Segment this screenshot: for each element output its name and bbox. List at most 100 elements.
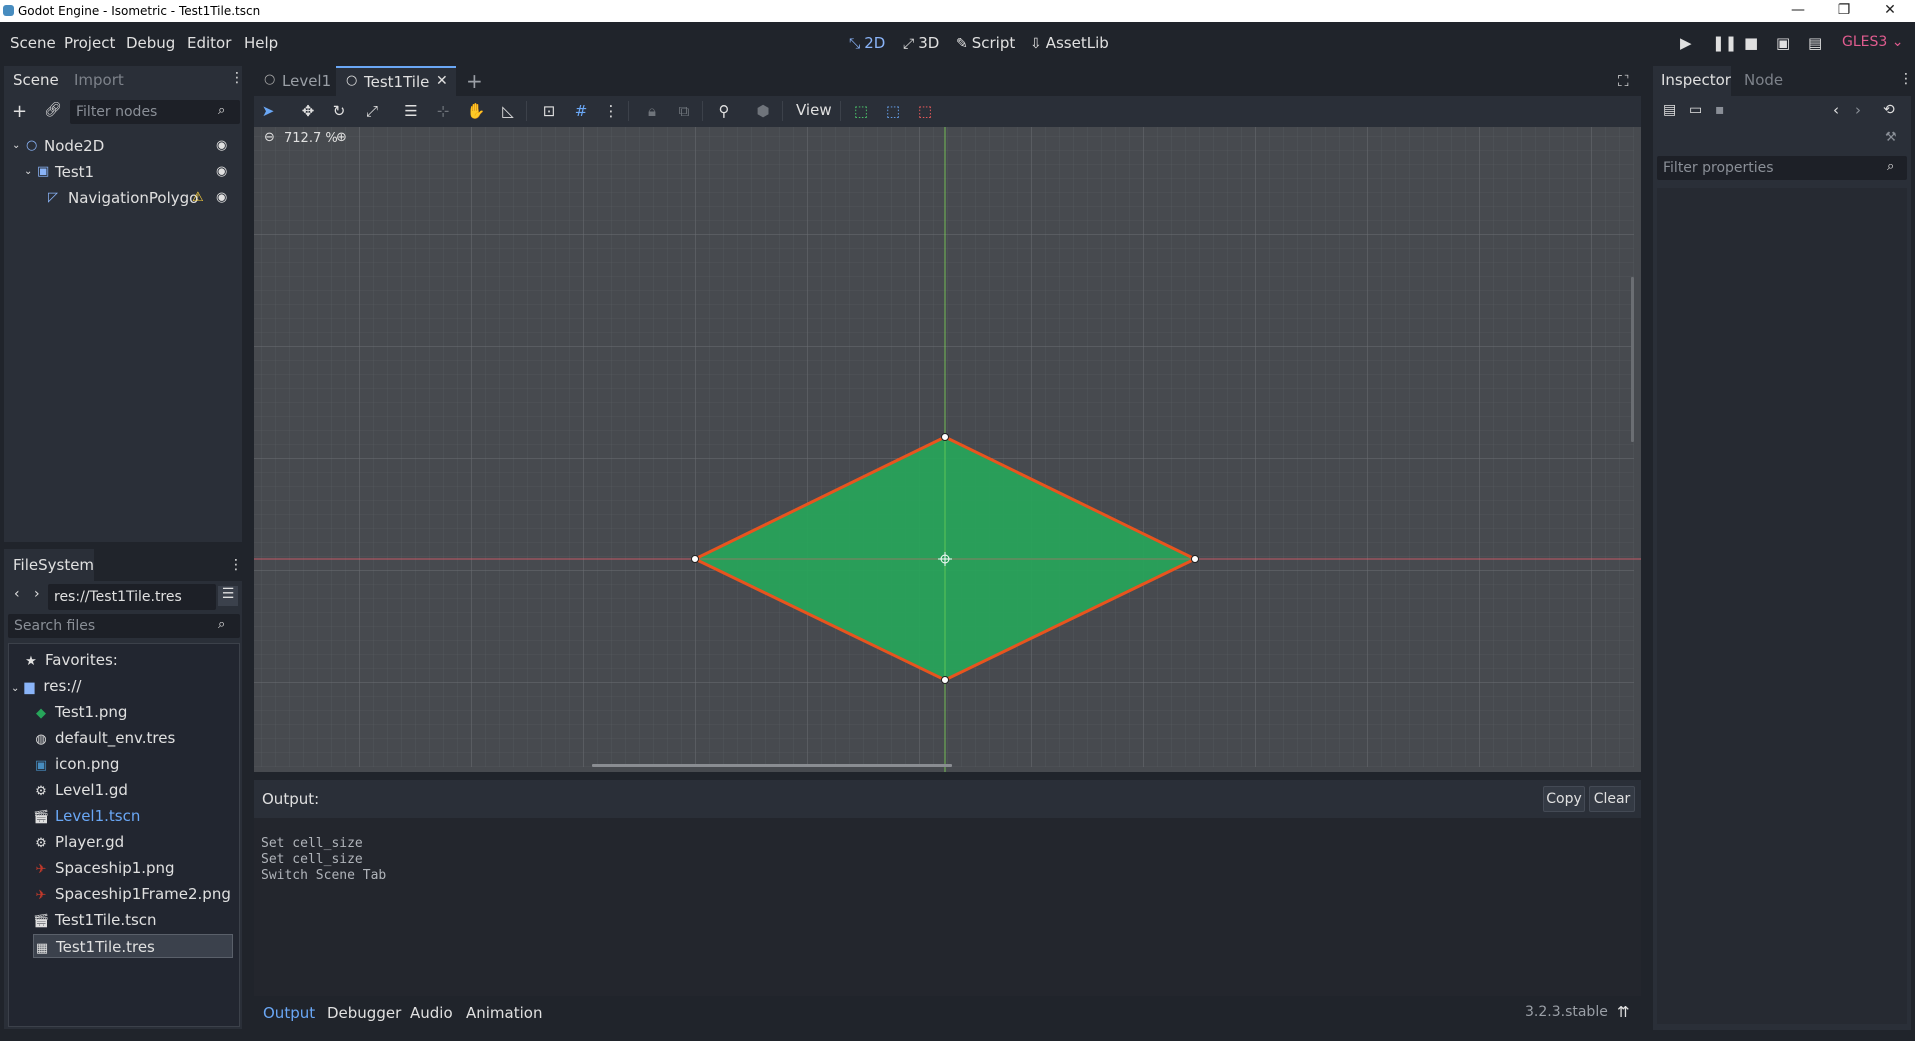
instance-scene-icon[interactable]: 🔗︎	[44, 102, 62, 118]
tree-item-test1[interactable]: ⌄ ▣ Test1 ◉	[4, 160, 240, 184]
list-select-icon[interactable]: ☰	[400, 100, 422, 122]
expand-panel-icon[interactable]: ⇈	[1617, 1003, 1630, 1021]
add-tab-icon[interactable]: +	[466, 69, 483, 93]
tree-item-node2d[interactable]: ⌄ ○ Node2D ◉	[4, 134, 240, 158]
menu-help[interactable]: Help	[244, 34, 278, 52]
zoom-level[interactable]: 712.7 %	[284, 131, 338, 146]
viewport-canvas[interactable]	[254, 127, 1641, 772]
file-item[interactable]: ⚙ Player.gd	[33, 830, 263, 854]
ruler-mode-icon[interactable]: ◺	[497, 100, 519, 122]
smart-snap-icon[interactable]: ⊡	[538, 100, 560, 122]
history-forward-icon[interactable]: ›	[1855, 101, 1861, 119]
grid-snap-icon[interactable]: #	[570, 100, 592, 122]
res-folder-row[interactable]: ⌄ ▆ res://	[11, 674, 241, 698]
back-arrow-icon[interactable]: ‹	[14, 586, 20, 602]
copy-button[interactable]: Copy	[1543, 786, 1585, 812]
scale-mode-icon[interactable]: ⤢	[361, 100, 383, 122]
rotate-mode-icon[interactable]: ↻	[328, 100, 350, 122]
file-item[interactable]: ▣ icon.png	[33, 752, 263, 776]
canvas-viewport[interactable]: ⊖ 712.7 % ⊕	[254, 127, 1641, 772]
file-item-selected[interactable]: ▦ Test1Tile.tres	[33, 934, 233, 958]
edit-polygon-icon[interactable]: ⬚	[882, 100, 904, 122]
maximize-button[interactable]: ❐	[1821, 0, 1867, 22]
collapse-arrow-icon[interactable]: ⌄	[24, 160, 32, 184]
lock-icon[interactable]: 🔒︎	[641, 100, 663, 122]
file-item[interactable]: ⚙ Level1.gd	[33, 778, 263, 802]
delete-points-icon[interactable]: ⬚	[914, 100, 936, 122]
pan-mode-icon[interactable]: ✋	[465, 100, 487, 122]
object-tools-icon[interactable]: ⚒	[1885, 130, 1897, 145]
save-resource-icon[interactable]: ▪	[1715, 102, 1725, 118]
warning-icon[interactable]: ⚠	[192, 186, 204, 210]
workspace-script-button[interactable]: ✎ Script	[956, 34, 1015, 52]
tab-import[interactable]: Import	[74, 71, 124, 89]
stop-icon[interactable]: ■	[1744, 34, 1758, 52]
view-menu-button[interactable]: View	[796, 101, 832, 119]
collapse-arrow-icon[interactable]: ⌄	[12, 134, 20, 158]
snap-options-icon[interactable]: ⋮	[600, 100, 622, 122]
menu-editor[interactable]: Editor	[187, 34, 231, 52]
history-back-icon[interactable]: ‹	[1833, 101, 1839, 119]
scene-tab-level1[interactable]: ○ Level1	[254, 66, 334, 96]
new-resource-icon[interactable]: ▤	[1663, 102, 1676, 118]
scene-tab-test1tile[interactable]: ○ Test1Tile ✕	[336, 66, 456, 96]
history-icon[interactable]: ⟲	[1883, 102, 1895, 118]
tab-filesystem[interactable]: FileSystem	[13, 556, 94, 574]
visibility-eye-icon[interactable]: ◉	[216, 186, 227, 210]
workspace-assetlib-button[interactable]: ⇩ AssetLib	[1030, 34, 1109, 52]
tab-output[interactable]: Output	[263, 1004, 315, 1022]
minimize-button[interactable]: —	[1775, 0, 1821, 22]
menu-debug[interactable]: Debug	[126, 34, 175, 52]
file-item[interactable]: ◆ Test1.png	[33, 700, 263, 724]
renderer-select[interactable]: GLES3 ⌄	[1842, 34, 1903, 50]
distraction-free-icon[interactable]: ⛶	[1618, 72, 1629, 90]
filesystem-path-field[interactable]: res://Test1Tile.tres	[48, 584, 216, 610]
file-item[interactable]: ◍ default_env.tres	[33, 726, 263, 750]
clear-button[interactable]: Clear	[1589, 786, 1635, 812]
dock-menu-icon[interactable]: ⋮	[229, 557, 243, 573]
dock-menu-icon[interactable]: ⋮	[230, 70, 244, 86]
workspace-3d-button[interactable]: ⤢ 3D	[903, 34, 939, 52]
close-tab-icon[interactable]: ✕	[436, 73, 448, 89]
search-files-input[interactable]: Search files	[8, 614, 240, 638]
zoom-in-icon[interactable]: ⊕	[336, 130, 347, 145]
play-icon[interactable]: ▶	[1680, 34, 1692, 52]
forward-arrow-icon[interactable]: ›	[34, 586, 40, 602]
tab-node[interactable]: Node	[1744, 71, 1783, 89]
split-view-icon[interactable]: ☰	[218, 586, 238, 606]
filter-properties-input[interactable]: Filter properties	[1657, 156, 1907, 180]
play-custom-scene-icon[interactable]: ▤	[1808, 34, 1822, 52]
filter-nodes-input[interactable]: Filter nodes	[70, 100, 240, 124]
file-item[interactable]: ✈ Spaceship1Frame2.png	[33, 882, 263, 906]
workspace-2d-button[interactable]: ⤡ 2D	[849, 34, 885, 52]
file-item[interactable]: 🎬︎ Test1Tile.tscn	[33, 908, 263, 932]
override-camera-icon[interactable]: ⬢	[752, 100, 774, 122]
close-window-button[interactable]: ✕	[1867, 0, 1913, 22]
collapse-arrow-icon[interactable]: ⌄	[11, 683, 19, 694]
visibility-eye-icon[interactable]: ◉	[216, 160, 227, 184]
favorites-row[interactable]: ★ Favorites:	[23, 648, 253, 672]
menu-scene[interactable]: Scene	[10, 34, 56, 52]
output-log[interactable]: Set cell_size Set cell_size Switch Scene…	[254, 818, 1641, 996]
open-resource-icon[interactable]: ▭	[1689, 102, 1702, 118]
dock-menu-icon[interactable]: ⋮	[1899, 71, 1913, 87]
tab-animation[interactable]: Animation	[466, 1004, 542, 1022]
skeleton-bone-icon[interactable]: ⚲	[713, 100, 735, 122]
file-item[interactable]: ✈ Spaceship1.png	[33, 856, 263, 880]
add-node-icon[interactable]: +	[12, 101, 27, 122]
tab-audio[interactable]: Audio	[410, 1004, 453, 1022]
tree-item-navigation-polygon[interactable]: ◸ NavigationPolygo ⚠ ◉	[4, 186, 240, 210]
tab-debugger[interactable]: Debugger	[327, 1004, 401, 1022]
zoom-out-icon[interactable]: ⊖	[264, 130, 275, 145]
file-item[interactable]: 🎬︎ Level1.tscn	[33, 804, 263, 828]
tab-scene[interactable]: Scene	[13, 71, 59, 89]
move-mode-icon[interactable]: ✥	[297, 100, 319, 122]
visibility-eye-icon[interactable]: ◉	[216, 134, 227, 158]
select-mode-icon[interactable]: ➤	[257, 100, 279, 122]
play-scene-icon[interactable]: ▣	[1776, 34, 1790, 52]
menu-project[interactable]: Project	[64, 34, 115, 52]
group-icon[interactable]: ⧉	[673, 100, 695, 122]
tab-inspector[interactable]: Inspector	[1661, 71, 1731, 89]
pivot-mode-icon[interactable]: ⊹	[432, 100, 454, 122]
create-polygon-icon[interactable]: ⬚	[850, 100, 872, 122]
